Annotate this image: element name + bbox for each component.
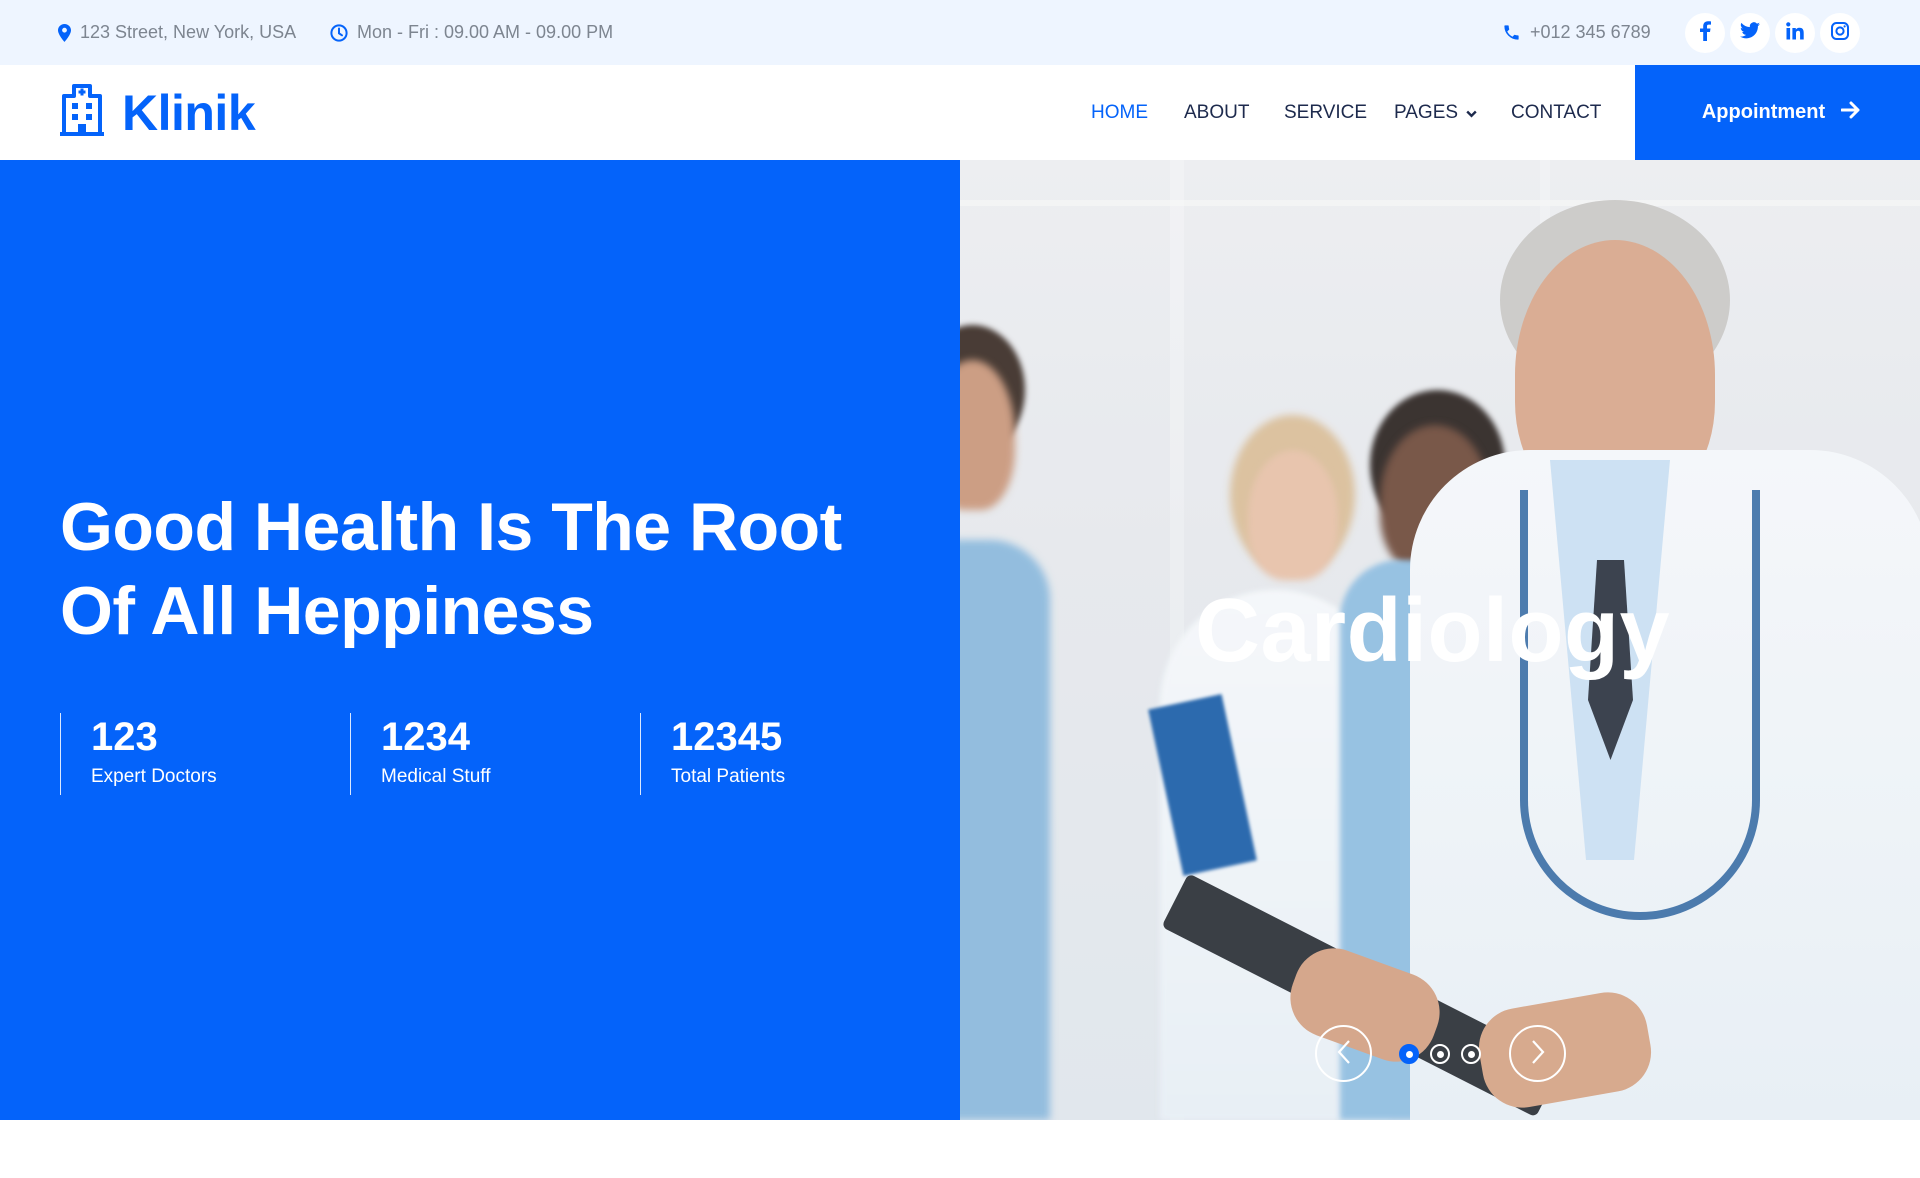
hero-title-line-1: Good Health Is The Root (60, 489, 842, 565)
phone-info: +012 345 6789 (1502, 0, 1651, 65)
stat-total-patients: 12345 Total Patients (640, 713, 930, 795)
stat-label: Total Patients (671, 766, 786, 787)
chevron-left-icon (1337, 1039, 1351, 1068)
hours-info: Mon - Fri : 09.00 AM - 09.00 PM (330, 0, 613, 65)
stat-value: 12345 (671, 715, 783, 759)
facebook-icon (1699, 20, 1711, 46)
carousel-slide-title: Cardiology (1195, 581, 1671, 681)
linkedin-icon (1786, 21, 1804, 45)
hero-section: Good Health Is The Root Of All Heppiness… (0, 160, 1920, 1120)
appointment-button[interactable]: Appointment (1635, 65, 1920, 160)
nav-item-home[interactable]: HOME (1091, 65, 1148, 160)
arrow-right-icon (1840, 101, 1861, 125)
phone-icon (1502, 23, 1521, 42)
top-info-bar: 123 Street, New York, USA Mon - Fri : 09… (0, 0, 1920, 65)
stat-value: 123 (91, 715, 158, 759)
carousel-dot-3[interactable] (1461, 1044, 1481, 1064)
carousel-dots (1399, 1044, 1481, 1064)
nav-item-about[interactable]: ABOUT (1184, 65, 1249, 160)
twitter-icon (1740, 22, 1760, 44)
hospital-icon (60, 84, 104, 141)
twitter-link[interactable] (1730, 13, 1770, 53)
stat-label: Expert Doctors (91, 766, 217, 787)
nav-item-contact[interactable]: CONTACT (1511, 65, 1601, 160)
facebook-link[interactable] (1685, 13, 1725, 53)
hero-text-panel: Good Health Is The Root Of All Heppiness… (0, 160, 960, 1120)
carousel-prev-button[interactable] (1315, 1025, 1372, 1082)
instagram-link[interactable] (1820, 13, 1860, 53)
stat-expert-doctors: 123 Expert Doctors (60, 713, 350, 795)
nav-item-pages-dropdown[interactable]: PAGES (1394, 65, 1477, 160)
carousel-dot-2[interactable] (1430, 1044, 1450, 1064)
hours-text: Mon - Fri : 09.00 AM - 09.00 PM (357, 22, 614, 42)
stat-value: 1234 (381, 715, 470, 759)
linkedin-link[interactable] (1775, 13, 1815, 53)
hero-title: Good Health Is The Root Of All Heppiness (60, 485, 920, 653)
brand-logo-link[interactable]: Klinik (60, 65, 256, 160)
hero-carousel: Cardiology (960, 160, 1920, 1120)
clock-icon (330, 23, 348, 42)
social-links (1685, 13, 1860, 53)
appointment-label: Appointment (1701, 101, 1826, 123)
chevron-right-icon (1531, 1039, 1545, 1068)
carousel-next-button[interactable] (1509, 1025, 1566, 1082)
phone-text: +012 345 6789 (1530, 22, 1651, 42)
stat-label: Medical Stuff (381, 766, 491, 787)
brand-name: Klinik (122, 84, 256, 141)
map-marker-icon (58, 23, 71, 42)
carousel-dot-1[interactable] (1399, 1044, 1419, 1064)
nav-item-service[interactable]: SERVICE (1284, 65, 1367, 160)
instagram-icon (1831, 21, 1849, 45)
chevron-down-icon (1466, 102, 1477, 124)
hero-title-line-2: Of All Heppiness (60, 573, 594, 649)
address-text: 123 Street, New York, USA (80, 22, 297, 42)
main-navbar: Klinik HOME ABOUT SERVICE PAGES CONTACT … (0, 65, 1920, 160)
stats-row: 123 Expert Doctors 1234 Medical Stuff 12… (60, 713, 930, 795)
stat-medical-stuff: 1234 Medical Stuff (350, 713, 640, 795)
address-info: 123 Street, New York, USA (58, 0, 296, 65)
nav-item-pages-label: PAGES (1394, 101, 1459, 123)
